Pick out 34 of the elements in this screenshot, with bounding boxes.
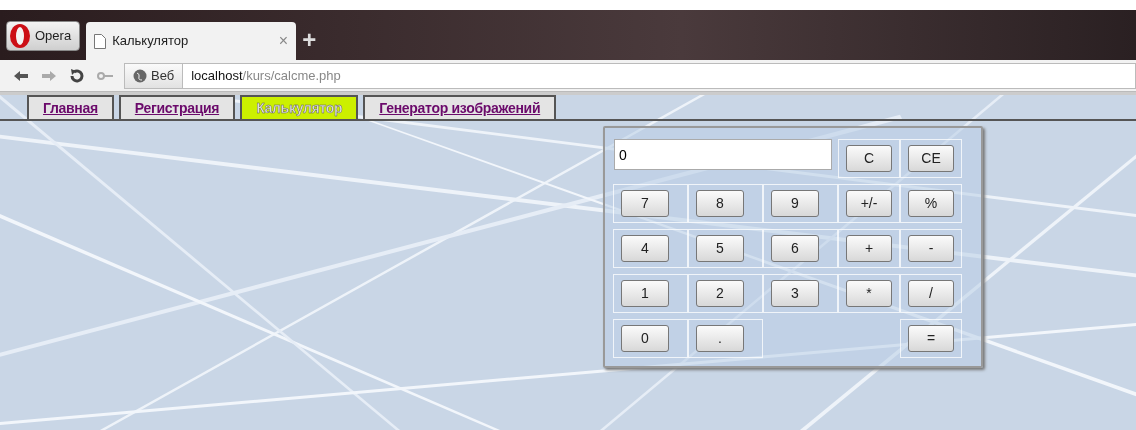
display-field[interactable]: 0 [614, 139, 832, 170]
menu-button[interactable]: Opera [6, 21, 81, 51]
calculator-key[interactable]: 9 [771, 190, 819, 217]
calculator-key[interactable]: 3 [771, 280, 819, 307]
reload-icon[interactable] [68, 66, 86, 85]
new-tab-button[interactable]: + [302, 28, 317, 52]
nav-link[interactable]: Генератор изображений [363, 95, 557, 119]
calculator-key[interactable]: 0 [621, 325, 669, 352]
browser-tab[interactable]: Калькулятор × [86, 22, 297, 60]
calculator-key[interactable]: 7 [621, 190, 669, 217]
calculator-key[interactable]: 2 [696, 280, 744, 307]
nav-link[interactable]: Главная [27, 95, 114, 119]
calculator-key[interactable]: 6 [771, 235, 819, 262]
calculator-key[interactable]: 8 [696, 190, 744, 217]
globe-icon [133, 68, 147, 83]
page-icon [94, 33, 107, 49]
logo-icon [9, 23, 31, 49]
calculator-key[interactable]: / [908, 280, 954, 307]
calculator-key[interactable]: % [908, 190, 954, 217]
calculator-key[interactable]: - [908, 235, 954, 262]
calculator-key[interactable]: + [846, 235, 892, 262]
calculator-key[interactable]: C [846, 145, 892, 172]
calculator-key[interactable]: * [846, 280, 892, 307]
calculator-key[interactable]: 1 [621, 280, 669, 307]
url-text: localhost/kurs/calcme.php [190, 66, 341, 85]
calculator-key[interactable]: . [696, 325, 744, 352]
site-badge[interactable]: Веб [125, 63, 184, 88]
calculator-key[interactable]: +/- [846, 190, 892, 217]
calculator-key[interactable]: = [908, 325, 954, 352]
calculator-key[interactable]: CE [908, 145, 954, 172]
calculator-key[interactable]: 4 [621, 235, 669, 262]
calculator-key[interactable]: 5 [696, 235, 744, 262]
address-field[interactable]: Веб localhost/kurs/calcme.php [124, 62, 1136, 89]
nav-link[interactable]: Регистрация [118, 95, 236, 119]
